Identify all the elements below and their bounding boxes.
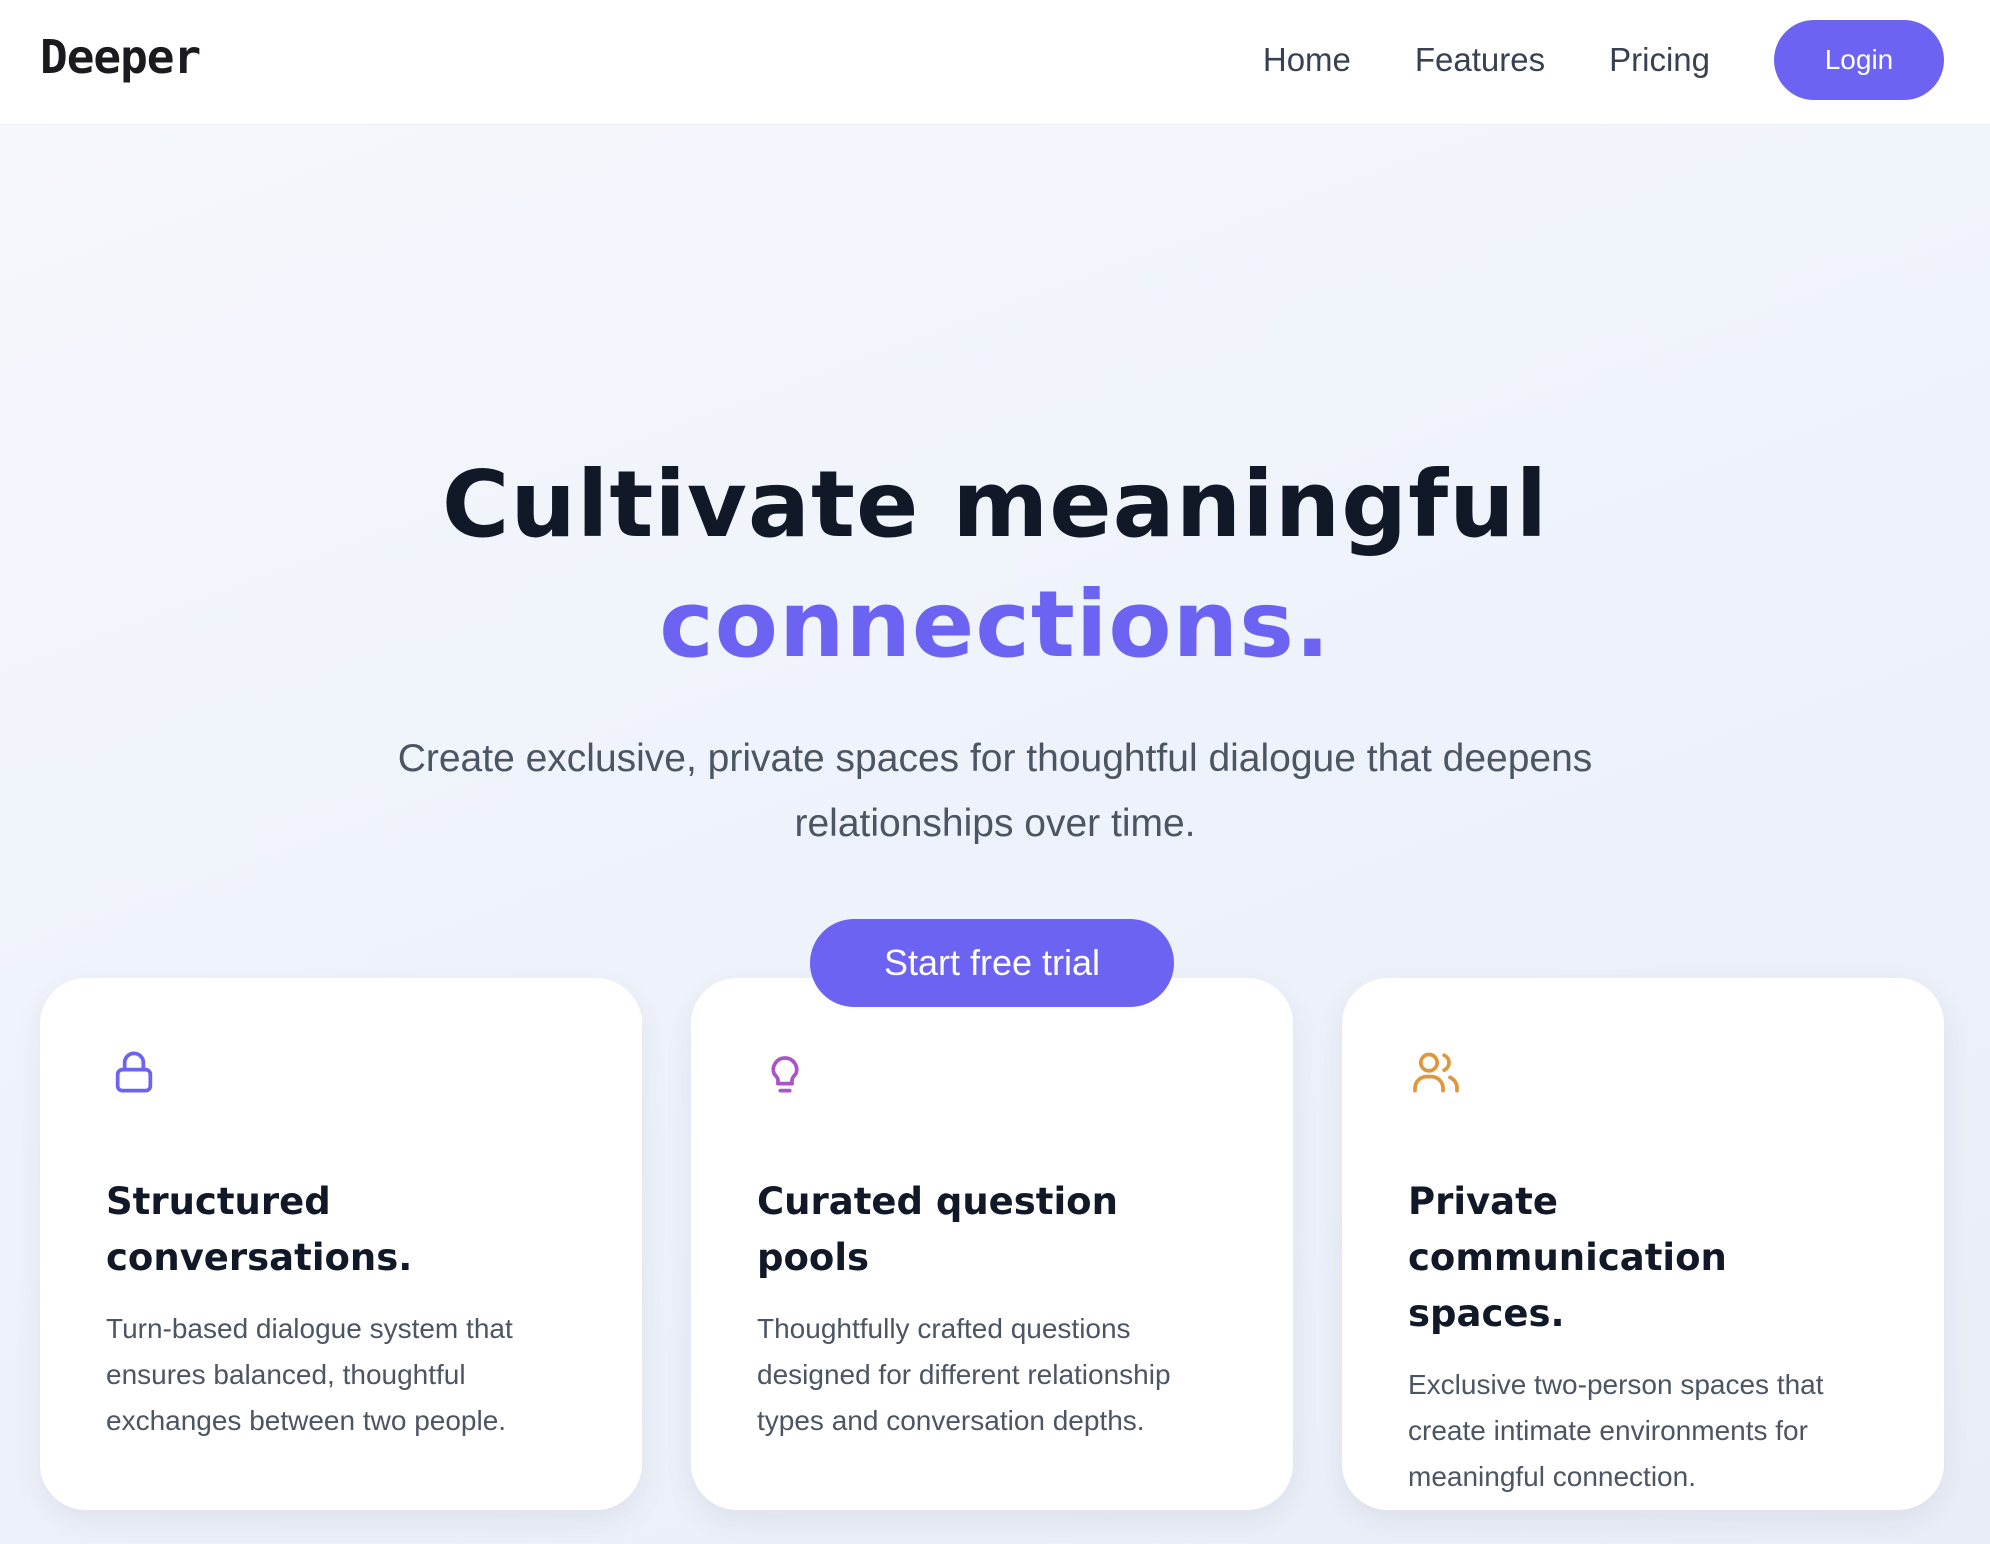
nav-link-pricing[interactable]: Pricing bbox=[1609, 41, 1710, 79]
feature-title: Private communication spaces. bbox=[1408, 1180, 1727, 1335]
feature-description: Turn-based dialogue system that ensures … bbox=[106, 1313, 513, 1436]
lock-icon bbox=[115, 1051, 153, 1093]
hero-title-line1: Cultivate meaningful bbox=[441, 451, 1549, 558]
brand-logo[interactable]: Deeper bbox=[40, 30, 201, 84]
feature-card-curated-question-pools: Curated question pools Thoughtfully craf… bbox=[691, 978, 1293, 1510]
users-icon bbox=[1413, 1052, 1459, 1093]
top-header: Deeper Home Features Pricing Login bbox=[0, 0, 1990, 125]
feature-card-private-communication-spaces: Private communication spaces. Exclusive … bbox=[1342, 978, 1944, 1510]
nav-link-features[interactable]: Features bbox=[1415, 41, 1545, 79]
login-button[interactable]: Login bbox=[1774, 20, 1944, 100]
feature-title: Structured conversations. bbox=[106, 1180, 413, 1279]
hero-subtitle: Create exclusive, private spaces for tho… bbox=[397, 737, 1593, 845]
lightbulb-icon bbox=[771, 1056, 799, 1093]
feature-card-structured-conversations: Structured conversations. Turn-based dia… bbox=[40, 978, 642, 1510]
hero-title-accent: connections. bbox=[659, 571, 1331, 678]
start-free-trial-button[interactable]: Start free trial bbox=[810, 919, 1174, 1007]
hero-title: Cultivate meaningful connections. bbox=[0, 445, 1990, 685]
feature-title: Curated question pools bbox=[757, 1180, 1118, 1279]
nav-link-home[interactable]: Home bbox=[1263, 41, 1351, 79]
feature-description: Thoughtfully crafted questions designed … bbox=[757, 1313, 1171, 1436]
feature-description: Exclusive two-person spaces that create … bbox=[1408, 1369, 1824, 1492]
main-nav: Home Features Pricing Login bbox=[1263, 20, 1944, 100]
